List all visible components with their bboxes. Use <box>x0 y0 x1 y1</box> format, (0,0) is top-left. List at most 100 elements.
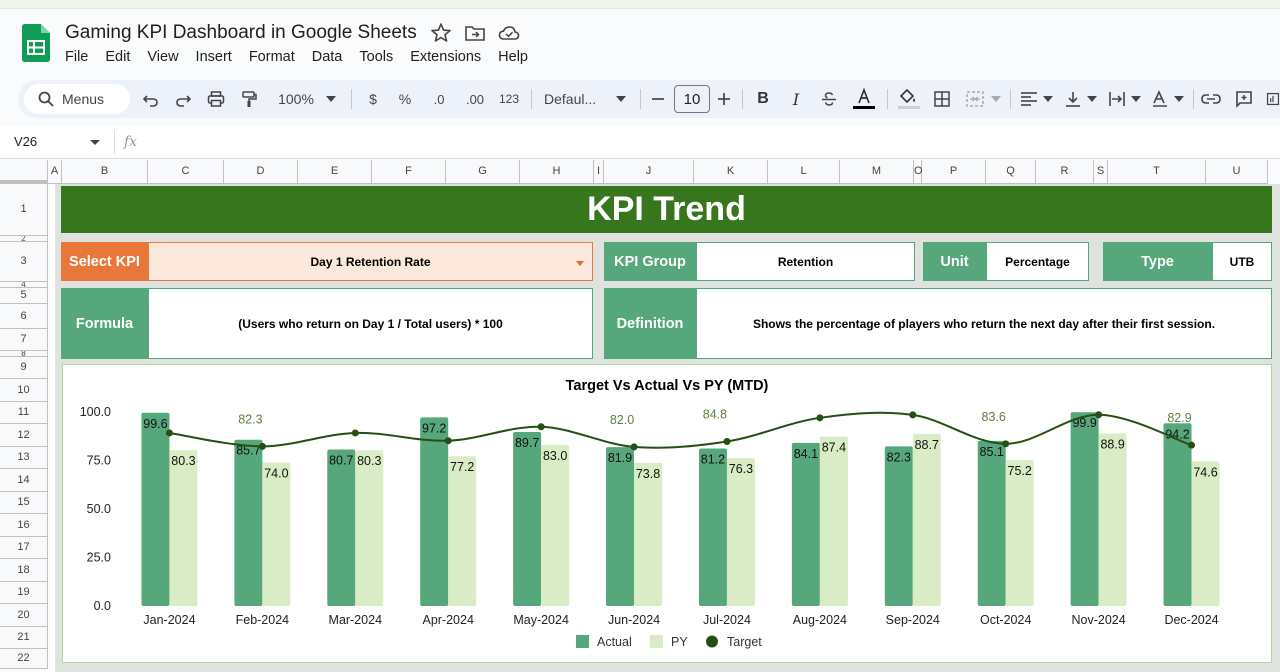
row-header-16[interactable]: 16 <box>0 514 48 537</box>
sheets-logo-icon[interactable] <box>22 24 50 62</box>
x-tick-label: Nov-2024 <box>1072 613 1126 627</box>
column-header-l[interactable]: L <box>768 160 840 184</box>
row-header-3[interactable]: 3 <box>0 242 48 282</box>
row-header-1[interactable]: 1 <box>0 184 48 236</box>
undo-icon[interactable] <box>140 88 162 110</box>
column-header-d[interactable]: D <box>224 160 298 184</box>
actual-bar <box>606 447 635 606</box>
star-icon[interactable] <box>430 22 452 44</box>
name-box[interactable]: V26 <box>14 134 37 149</box>
row-header-13[interactable]: 13 <box>0 447 48 469</box>
row-header-10[interactable]: 10 <box>0 379 48 402</box>
row-header-14[interactable]: 14 <box>0 469 48 492</box>
italic-icon[interactable]: I <box>785 88 807 110</box>
horizontal-align-icon[interactable] <box>1018 88 1040 110</box>
font-chevron-down-icon[interactable] <box>614 88 628 110</box>
increase-decimal-button[interactable]: .00 <box>461 88 489 110</box>
rotation-chevron-down-icon[interactable] <box>1173 88 1185 110</box>
format-currency-button[interactable]: $ <box>362 88 384 110</box>
column-header-i[interactable]: I <box>594 160 604 184</box>
move-folder-icon[interactable] <box>464 22 486 44</box>
menu-view[interactable]: View <box>147 49 178 65</box>
text-rotation-icon[interactable] <box>1149 88 1171 110</box>
column-header-k[interactable]: K <box>694 160 768 184</box>
align-chevron-down-icon[interactable] <box>1042 88 1054 110</box>
row-header-12[interactable]: 12 <box>0 424 48 447</box>
search-menus-button[interactable]: Menus <box>24 84 130 114</box>
row-header-20[interactable]: 20 <box>0 604 48 627</box>
borders-icon[interactable] <box>931 88 953 110</box>
top-strip <box>0 0 1280 9</box>
select-kpi-dropdown[interactable]: Day 1 Retention Rate <box>148 242 593 281</box>
column-header-p[interactable]: P <box>922 160 986 184</box>
insert-comment-icon[interactable] <box>1233 88 1255 110</box>
cloud-status-icon[interactable] <box>498 22 520 44</box>
column-header-c[interactable]: C <box>148 160 224 184</box>
zoom-select[interactable]: 100% <box>273 88 319 110</box>
valign-chevron-down-icon[interactable] <box>1086 88 1098 110</box>
menu-help[interactable]: Help <box>498 49 528 65</box>
row-header-15[interactable]: 15 <box>0 492 48 514</box>
row-header-21[interactable]: 21 <box>0 627 48 649</box>
column-header-g[interactable]: G <box>446 160 520 184</box>
menu-file[interactable]: File <box>65 49 88 65</box>
text-color-icon[interactable] <box>851 88 877 110</box>
row-header-11[interactable]: 11 <box>0 402 48 424</box>
dropdown-chevron-down-icon[interactable] <box>576 261 584 266</box>
column-header-m[interactable]: M <box>840 160 914 184</box>
redo-icon[interactable] <box>172 88 194 110</box>
decrease-font-size-icon[interactable] <box>650 88 666 110</box>
select-all-corner[interactable] <box>0 160 48 184</box>
menu-insert[interactable]: Insert <box>196 49 232 65</box>
menu-data[interactable]: Data <box>312 49 343 65</box>
name-box-chevron-down-icon[interactable] <box>90 140 100 145</box>
format-percent-button[interactable]: % <box>394 88 416 110</box>
row-header-19[interactable]: 19 <box>0 582 48 604</box>
column-header-o[interactable]: O <box>914 160 923 184</box>
kpi-trend-chart[interactable]: Target Vs Actual Vs PY (MTD) 0.0 25.0 50.0… <box>62 364 1272 663</box>
column-header-q[interactable]: Q <box>986 160 1036 184</box>
increase-font-size-icon[interactable] <box>716 88 732 110</box>
document-title[interactable]: Gaming KPI Dashboard in Google Sheets <box>65 22 417 44</box>
column-header-h[interactable]: H <box>520 160 594 184</box>
zoom-chevron-down-icon[interactable] <box>324 88 338 110</box>
menu-tools[interactable]: Tools <box>359 49 393 65</box>
row-header-18[interactable]: 18 <box>0 559 48 582</box>
row-header-7[interactable]: 7 <box>0 329 48 351</box>
column-header-b[interactable]: B <box>62 160 148 184</box>
fill-color-icon[interactable] <box>896 88 922 110</box>
column-header-f[interactable]: F <box>372 160 446 184</box>
menu-format[interactable]: Format <box>249 49 295 65</box>
font-family-select[interactable]: Defaul... <box>544 88 604 110</box>
more-formats-button[interactable]: 123 <box>496 88 522 110</box>
column-header-a[interactable]: A <box>48 160 62 184</box>
row-header-9[interactable]: 9 <box>0 357 48 379</box>
vertical-align-icon[interactable] <box>1062 88 1084 110</box>
menu-extensions[interactable]: Extensions <box>410 49 481 65</box>
text-wrapping-icon[interactable] <box>1106 88 1128 110</box>
menu-edit[interactable]: Edit <box>105 49 130 65</box>
merge-cells-icon[interactable] <box>964 88 986 110</box>
row-header-22[interactable]: 22 <box>0 649 48 669</box>
column-header-t[interactable]: T <box>1108 160 1206 184</box>
column-header-r[interactable]: R <box>1036 160 1094 184</box>
strikethrough-icon[interactable] <box>818 88 840 110</box>
wrap-chevron-down-icon[interactable] <box>1130 88 1142 110</box>
target-point <box>1188 441 1196 449</box>
column-header-s[interactable]: S <box>1094 160 1108 184</box>
merge-chevron-down-icon[interactable] <box>990 88 1002 110</box>
insert-link-icon[interactable] <box>1200 88 1222 110</box>
row-header-17[interactable]: 17 <box>0 537 48 559</box>
paint-format-icon[interactable] <box>238 88 260 110</box>
font-size-input[interactable]: 10 <box>674 85 710 113</box>
row-header-5[interactable]: 5 <box>0 288 48 304</box>
decrease-decimal-button[interactable]: .0 <box>426 88 452 110</box>
row-header-6[interactable]: 6 <box>0 304 48 329</box>
bold-icon[interactable]: B <box>752 88 774 110</box>
print-icon[interactable] <box>205 88 227 110</box>
insert-chart-icon[interactable] <box>1266 88 1280 110</box>
formula-input[interactable] <box>150 132 1270 152</box>
column-header-j[interactable]: J <box>604 160 694 184</box>
column-header-e[interactable]: E <box>298 160 372 184</box>
column-header-u[interactable]: U <box>1206 160 1268 184</box>
